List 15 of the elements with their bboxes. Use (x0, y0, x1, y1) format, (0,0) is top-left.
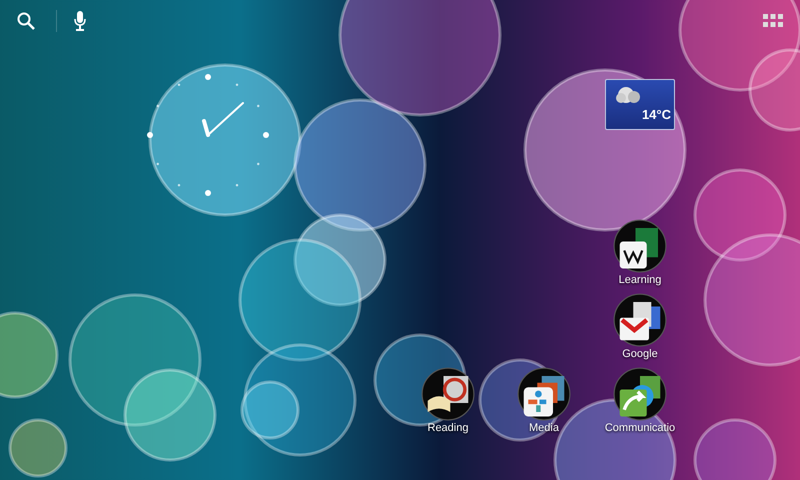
temperature-label: 14°C (642, 108, 671, 122)
microphone-icon[interactable] (73, 10, 87, 32)
folder-button[interactable]: Media (504, 367, 584, 435)
folder-button[interactable]: Google (600, 293, 680, 361)
weather-widget[interactable]: 14°C (605, 79, 675, 130)
folder-icon (613, 219, 667, 273)
folder-icon (613, 367, 667, 421)
folder-icon (517, 367, 571, 421)
folder-button[interactable]: Communicatio (600, 367, 680, 435)
folder-button[interactable]: Learning (600, 219, 680, 287)
folder-button[interactable]: Reading (408, 367, 488, 435)
search-icon[interactable] (16, 11, 36, 31)
app-grid-icon[interactable] (763, 14, 783, 28)
folder-icon (421, 367, 475, 421)
folder-icon (613, 293, 667, 347)
